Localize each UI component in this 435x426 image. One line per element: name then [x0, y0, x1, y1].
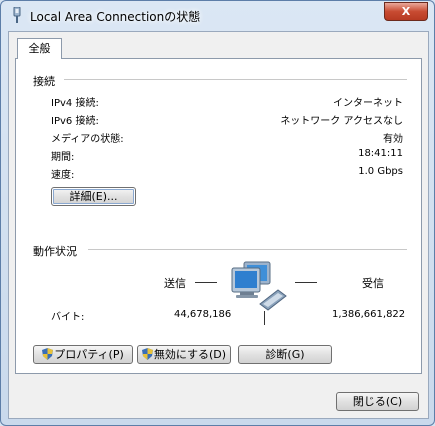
received-line	[295, 282, 317, 283]
received-label: 受信	[362, 277, 384, 290]
activity-group-label: 動作状況	[33, 245, 77, 258]
tab-general[interactable]: 全般	[17, 38, 62, 59]
ipv4-value: インターネット	[333, 98, 403, 109]
ipv6-label: IPv6 接続:	[51, 116, 99, 127]
bytes-label: バイト:	[51, 312, 85, 323]
connection-group-divider	[64, 79, 407, 80]
properties-button-label: プロパティ(P)	[54, 348, 124, 361]
properties-button[interactable]: プロパティ(P)	[33, 345, 133, 364]
activity-indicator-line	[264, 311, 265, 325]
disable-button-label: 無効にする(D)	[153, 348, 227, 361]
close-button[interactable]: 閉じる(C)	[336, 392, 419, 411]
media-state-label: メディアの状態:	[51, 134, 124, 145]
window-close-button[interactable]: X	[384, 2, 428, 21]
ipv6-value: ネットワーク アクセスなし	[280, 116, 403, 127]
sent-label: 送信	[164, 277, 186, 290]
general-tab-panel: 接続 IPv4 接続: インターネット IPv6 接続: ネットワーク アクセス…	[15, 58, 422, 374]
uac-shield-icon	[141, 348, 153, 360]
speed-label: 速度:	[51, 170, 75, 181]
status-dialog-window: Local Area Connectionの状態 X 全般 接続 IPv4 接続…	[0, 0, 435, 426]
duration-label: 期間:	[51, 152, 75, 163]
bytes-sent-value: 44,678,186	[174, 309, 232, 320]
sent-line	[195, 282, 217, 283]
uac-shield-icon	[42, 348, 54, 360]
ipv4-label: IPv4 接続:	[51, 98, 99, 109]
speed-value: 1.0 Gbps	[358, 166, 403, 177]
details-button[interactable]: 詳細(E)...	[51, 187, 136, 206]
duration-value: 18:41:11	[358, 148, 403, 159]
diagnose-button[interactable]: 診断(G)	[238, 345, 332, 364]
network-activity-icon	[231, 261, 287, 311]
disable-button[interactable]: 無効にする(D)	[137, 345, 231, 364]
network-adapter-icon	[13, 7, 21, 23]
activity-group-divider	[88, 249, 407, 250]
window-title: Local Area Connectionの状態	[30, 10, 201, 24]
media-state-value: 有効	[383, 134, 403, 145]
bytes-received-value: 1,386,661,822	[332, 309, 406, 320]
title-bar[interactable]: Local Area Connectionの状態 X	[1, 1, 434, 29]
connection-group-label: 接続	[33, 75, 55, 88]
dialog-client-area: 全般 接続 IPv4 接続: インターネット IPv6 接続: ネットワーク ア…	[8, 31, 429, 419]
